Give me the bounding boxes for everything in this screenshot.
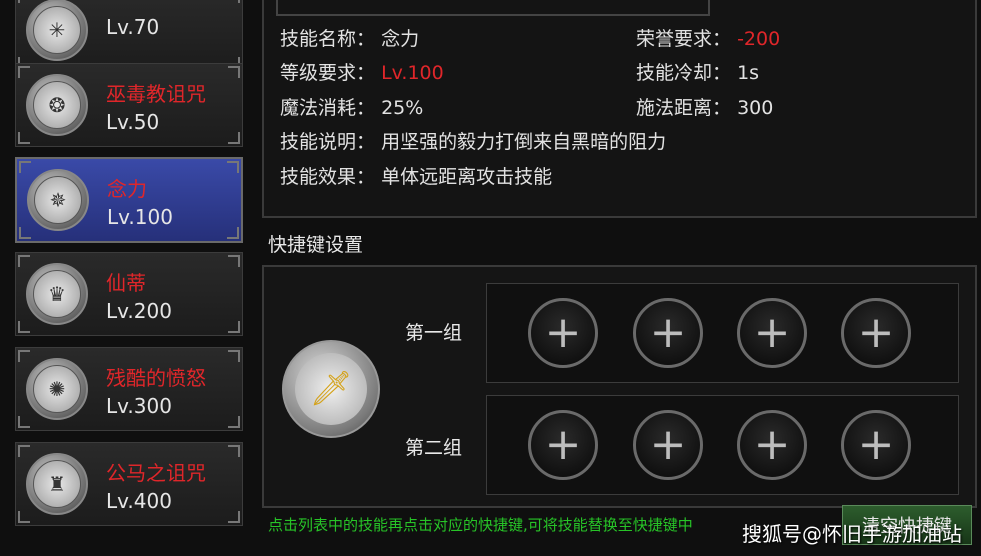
corner-ornament [18, 132, 30, 144]
cooldown-value: 1s [737, 62, 760, 84]
skill-level: Lv.50 [106, 110, 160, 134]
skill-item-4[interactable]: ✺ 残酷的愤怒 Lv.300 [15, 347, 243, 431]
skill-item-0[interactable]: ✳ Lv.70 [15, 0, 243, 72]
skill-level: Lv.400 [106, 489, 172, 513]
skill-icon: ✺ [26, 358, 88, 420]
corner-ornament [18, 321, 30, 333]
hotkey-slot-1-1[interactable]: + [528, 298, 598, 368]
corner-ornament [18, 66, 30, 78]
panel-top-bar [276, 0, 710, 16]
corner-ornament [18, 255, 30, 267]
desc-label: 技能说明： [280, 131, 376, 153]
skill-item-5[interactable]: ♜ 公马之诅咒 Lv.400 [15, 442, 243, 526]
skill-glyph-icon: ✳ [33, 6, 81, 54]
skill-item-1[interactable]: ❂ 巫毒教诅咒 Lv.50 [15, 63, 243, 147]
skill-glyph-icon: ♜ [33, 460, 81, 508]
current-skill-icon[interactable]: 🗡 [282, 340, 380, 438]
corner-ornament [228, 445, 240, 457]
skill-icon: ♜ [26, 453, 88, 515]
skill-glyph-icon: ✵ [34, 176, 82, 224]
effect-label: 技能效果： [280, 166, 376, 188]
hotkey-slot-2-1[interactable]: + [528, 410, 598, 480]
skill-list: ✳ Lv.70 ❂ 巫毒教诅咒 Lv.50 ✵ 念力 Lv.100 ♛ 仙蒂 L… [10, 0, 245, 556]
hotkey-row-group1: + + + + [486, 283, 959, 383]
skill-name-label: 技能名称： [280, 28, 376, 50]
honor-label: 荣誉要求： [636, 28, 732, 50]
level-req-row: 等级要求： Lv.100 [280, 58, 444, 85]
cooldown-label: 技能冷却： [636, 62, 732, 84]
skill-level: Lv.70 [106, 15, 160, 39]
hotkey-section-title: 快捷键设置 [268, 234, 364, 256]
skill-name: 仙蒂 [106, 271, 146, 295]
cooldown-row: 技能冷却： 1s [636, 58, 759, 85]
skill-name: 巫毒教诅咒 [106, 82, 206, 106]
effect-value: 单体远距离攻击技能 [381, 166, 553, 188]
effect-row: 技能效果： 单体远距离攻击技能 [280, 162, 552, 189]
corner-ornament [228, 416, 240, 428]
group1-label: 第一组 [405, 322, 463, 344]
corner-ornament [228, 321, 240, 333]
corner-ornament [227, 161, 239, 173]
skill-icon: ❂ [26, 74, 88, 136]
corner-ornament [227, 227, 239, 239]
group2-label: 第二组 [405, 437, 463, 459]
skill-level: Lv.300 [106, 394, 172, 418]
corner-ornament [228, 132, 240, 144]
corner-ornament [18, 511, 30, 523]
corner-ornament [228, 350, 240, 362]
sword-icon: 🗡 [295, 353, 367, 425]
skill-glyph-icon: ♛ [33, 270, 81, 318]
corner-ornament [228, 66, 240, 78]
hotkey-slot-2-2[interactable]: + [633, 410, 703, 480]
skill-name-row: 技能名称： 念力 [280, 24, 419, 51]
skill-name: 公马之诅咒 [106, 461, 206, 485]
mana-value: 25% [381, 97, 424, 119]
skill-name: 念力 [107, 177, 147, 201]
level-req-label: 等级要求： [280, 62, 376, 84]
level-req-value: Lv.100 [381, 62, 444, 84]
skill-glyph-icon: ❂ [33, 81, 81, 129]
hotkey-slot-2-4[interactable]: + [841, 410, 911, 480]
skill-icon: ♛ [26, 263, 88, 325]
skill-item-3[interactable]: ♛ 仙蒂 Lv.200 [15, 252, 243, 336]
hotkey-slot-1-3[interactable]: + [737, 298, 807, 368]
skill-level: Lv.100 [107, 205, 173, 229]
honor-value: -200 [737, 28, 781, 50]
mana-row: 魔法消耗： 25% [280, 93, 423, 120]
skill-icon: ✵ [27, 169, 89, 231]
range-label: 施法距离： [636, 97, 732, 119]
skill-name-value: 念力 [381, 28, 420, 50]
skill-name: 残酷的愤怒 [106, 366, 206, 390]
hotkey-slot-1-2[interactable]: + [633, 298, 703, 368]
skill-icon: ✳ [26, 0, 88, 61]
corner-ornament [228, 0, 240, 3]
corner-ornament [18, 416, 30, 428]
skill-glyph-icon: ✺ [33, 365, 81, 413]
desc-value: 用坚强的毅力打倒来自黑暗的阻力 [381, 131, 667, 153]
hotkey-row-group2: + + + + [486, 395, 959, 495]
skill-level: Lv.200 [106, 299, 172, 323]
corner-ornament [18, 350, 30, 362]
corner-ornament [18, 0, 30, 3]
corner-ornament [228, 255, 240, 267]
mana-label: 魔法消耗： [280, 97, 376, 119]
honor-row: 荣誉要求： -200 [636, 24, 780, 51]
hotkey-hint-text: 点击列表中的技能再点击对应的快捷键,可将技能替换至快捷键中 [268, 516, 693, 534]
corner-ornament [18, 445, 30, 457]
range-row: 施法距离： 300 [636, 93, 773, 120]
hotkey-slot-2-3[interactable]: + [737, 410, 807, 480]
range-value: 300 [737, 97, 774, 119]
corner-ornament [228, 511, 240, 523]
corner-ornament [19, 161, 31, 173]
corner-ornament [19, 227, 31, 239]
hotkey-slot-1-4[interactable]: + [841, 298, 911, 368]
desc-row: 技能说明： 用坚强的毅力打倒来自黑暗的阻力 [280, 127, 666, 154]
skill-item-2-selected[interactable]: ✵ 念力 Lv.100 [15, 157, 243, 243]
watermark: 搜狐号@怀旧手游加油站 [742, 522, 962, 546]
